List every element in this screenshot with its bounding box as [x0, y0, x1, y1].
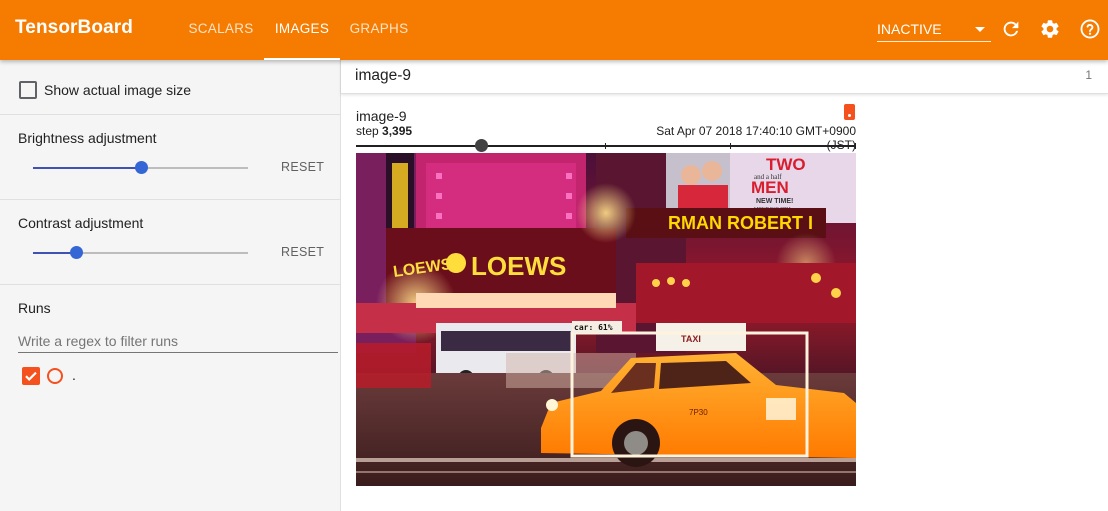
sidebar: Show actual image size Brightness adjust… — [0, 60, 341, 511]
tab-images[interactable]: IMAGES — [264, 0, 340, 60]
detection-label: car: 61% — [574, 323, 613, 332]
inactive-dropdown-label: INACTIVE — [877, 21, 942, 37]
divider — [0, 199, 340, 200]
step-slider-knob[interactable] — [475, 139, 488, 152]
taxi-roof-sign: TAXI — [681, 334, 701, 344]
tab-graphs[interactable]: GRAPHS — [340, 0, 418, 60]
brightness-slider-knob[interactable] — [135, 161, 148, 174]
refresh-icon[interactable] — [1000, 18, 1022, 40]
contrast-label: Contrast adjustment — [18, 215, 144, 231]
tag-group-name: image-9 — [355, 67, 411, 84]
inactive-dashboards-dropdown[interactable]: INACTIVE — [877, 18, 991, 42]
loews-sign-right: LOEWS — [471, 251, 566, 281]
step-tick — [605, 143, 606, 149]
divider — [0, 114, 340, 115]
app-title: TensorBoard — [15, 17, 133, 38]
contrast-slider-knob[interactable] — [70, 246, 83, 259]
show-actual-size-label: Show actual image size — [44, 82, 192, 98]
runs-filter-input[interactable] — [18, 329, 338, 353]
dropdown-caret-icon — [975, 27, 985, 32]
brightness-reset-button[interactable]: RESET — [281, 160, 324, 174]
top-app-bar: TensorBoard SCALARS IMAGES GRAPHS INACTI… — [0, 0, 1108, 60]
runs-title: Runs — [18, 300, 51, 316]
billboard-text-men: MEN — [751, 178, 789, 197]
billboard-text-two: TWO — [766, 155, 806, 174]
settings-icon[interactable] — [1039, 18, 1061, 40]
step-value: 3,395 — [382, 124, 413, 138]
show-actual-size-checkbox[interactable] — [19, 81, 37, 99]
main-content: image-9 1 image-9 step 3,395 Sat Apr 07 … — [341, 60, 1108, 511]
step-tick — [730, 143, 731, 149]
step-label: step 3,395 — [356, 124, 413, 138]
tab-scalars[interactable]: SCALARS — [176, 0, 266, 60]
step-tick — [855, 143, 856, 149]
help-icon[interactable] — [1079, 18, 1101, 40]
brightness-slider[interactable] — [33, 161, 248, 174]
contrast-slider[interactable] — [33, 246, 248, 259]
divider — [0, 284, 340, 285]
tag-group-header[interactable]: image-9 1 — [341, 60, 1108, 94]
tag-group-count: 1 — [1085, 68, 1092, 82]
checkmark-icon — [25, 371, 37, 381]
run-radio-button[interactable] — [47, 368, 63, 384]
contrast-reset-button[interactable]: RESET — [281, 245, 324, 259]
image-card-title: image-9 — [356, 108, 407, 124]
run-color-badge — [844, 104, 855, 120]
run-name: . — [72, 367, 76, 383]
marquee-text: RMAN ROBERT I — [668, 213, 813, 233]
brightness-label: Brightness adjustment — [18, 130, 157, 146]
run-checkbox[interactable] — [22, 367, 40, 385]
brightness-slider-fill — [33, 167, 141, 169]
billboard-text-new-time: NEW TIME! — [756, 198, 793, 205]
step-slider[interactable] — [356, 139, 856, 152]
taxi-number: 7P30 — [689, 408, 708, 417]
sample-image: TWO and a half MEN NEW TIME! MONDAYS 9PM… — [356, 153, 856, 486]
image-timestamp: Sat Apr 07 2018 17:40:10 GMT+0900 (JST) — [656, 124, 856, 152]
